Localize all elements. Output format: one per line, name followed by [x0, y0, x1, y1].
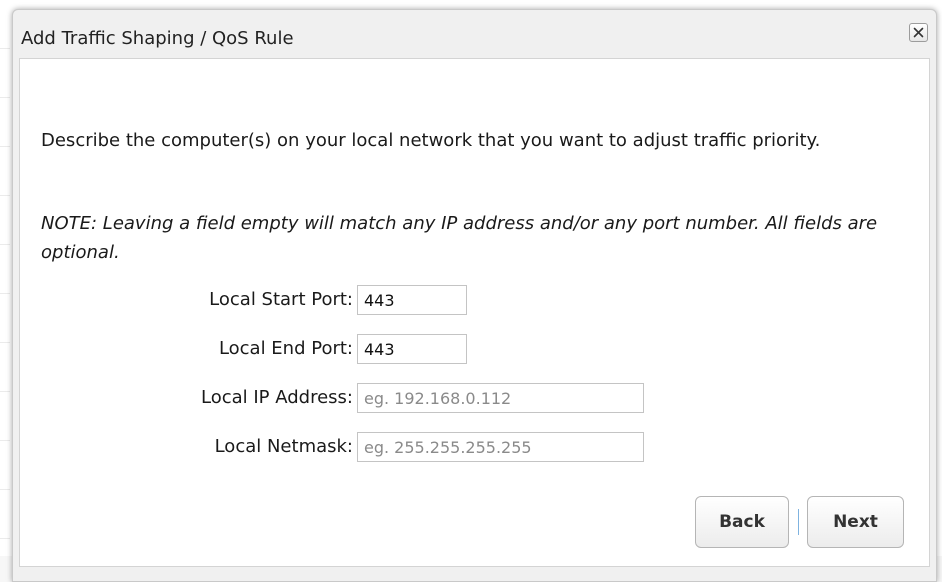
local-start-port-row: Local Start Port: — [20, 285, 942, 316]
button-divider — [798, 509, 799, 535]
dialog-content: Describe the computer(s) on your local n… — [19, 58, 930, 567]
back-button[interactable]: Back — [695, 496, 789, 548]
dialog-title: Add Traffic Shaping / QoS Rule — [21, 28, 294, 49]
dialog-description: Describe the computer(s) on your local n… — [41, 130, 821, 151]
local-ip-address-label: Local IP Address: — [200, 387, 353, 408]
local-netmask-row: Local Netmask: — [20, 432, 942, 463]
next-button[interactable]: Next — [807, 496, 904, 548]
local-end-port-row: Local End Port: — [20, 334, 942, 365]
close-button[interactable] — [909, 23, 928, 42]
close-icon — [913, 23, 924, 42]
local-netmask-label: Local Netmask: — [214, 436, 353, 457]
background-page-edge — [0, 0, 10, 582]
add-qos-rule-dialog: Add Traffic Shaping / QoS Rule Describe … — [12, 9, 937, 582]
local-start-port-input[interactable] — [357, 285, 467, 315]
local-ip-address-row: Local IP Address: — [20, 383, 942, 414]
dialog-titlebar: Add Traffic Shaping / QoS Rule — [13, 10, 936, 58]
local-start-port-label: Local Start Port: — [209, 289, 353, 310]
dialog-note: NOTE: Leaving a field empty will match a… — [41, 213, 878, 263]
local-end-port-input[interactable] — [357, 334, 467, 364]
local-end-port-label: Local End Port: — [218, 338, 353, 359]
local-ip-address-input[interactable] — [357, 383, 644, 413]
local-netmask-input[interactable] — [357, 432, 644, 462]
